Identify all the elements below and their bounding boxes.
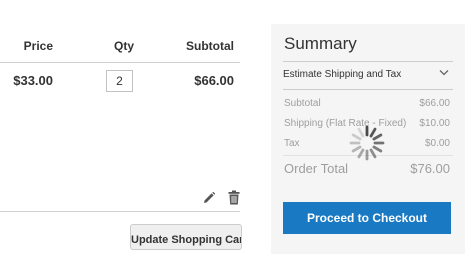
qty-input[interactable] — [106, 70, 133, 92]
column-header-price: Price — [23, 39, 53, 53]
edit-item-button[interactable] — [202, 191, 216, 205]
column-header-subtotal: Subtotal — [186, 39, 234, 53]
update-shopping-cart-button[interactable]: Update Shopping Cart — [130, 224, 242, 250]
pencil-icon — [204, 191, 216, 203]
tax-label: Tax — [284, 138, 300, 149]
estimate-shipping-label: Estimate Shipping and Tax — [283, 69, 402, 80]
subtotal-label: Subtotal — [284, 98, 321, 109]
column-header-qty: Qty — [113, 39, 134, 53]
spinner-icon — [349, 125, 385, 161]
estimate-shipping-toggle[interactable]: Estimate Shipping and Tax — [283, 62, 453, 89]
order-summary: Summary Estimate Shipping and Tax Subtot… — [271, 24, 465, 254]
delete-item-button[interactable] — [228, 190, 240, 205]
order-total-label: Order Total — [284, 161, 349, 176]
subtotal-value: $66.00 — [419, 98, 450, 109]
item-subtotal: $66.00 — [194, 73, 234, 88]
trash-icon — [228, 190, 240, 205]
header-divider — [0, 62, 240, 63]
shipping-value: $10.00 — [419, 118, 450, 129]
row-divider — [0, 211, 240, 212]
item-price: $33.00 — [13, 73, 53, 88]
cart-table: Price Qty Subtotal $33.00 $66.00 — [0, 0, 240, 212]
chevron-down-icon — [439, 70, 449, 76]
summary-divider — [283, 89, 453, 90]
tax-value: $0.00 — [424, 138, 450, 149]
proceed-to-checkout-button[interactable]: Proceed to Checkout — [283, 202, 451, 234]
order-total-value: $76.00 — [410, 161, 450, 176]
summary-title: Summary — [284, 34, 357, 53]
